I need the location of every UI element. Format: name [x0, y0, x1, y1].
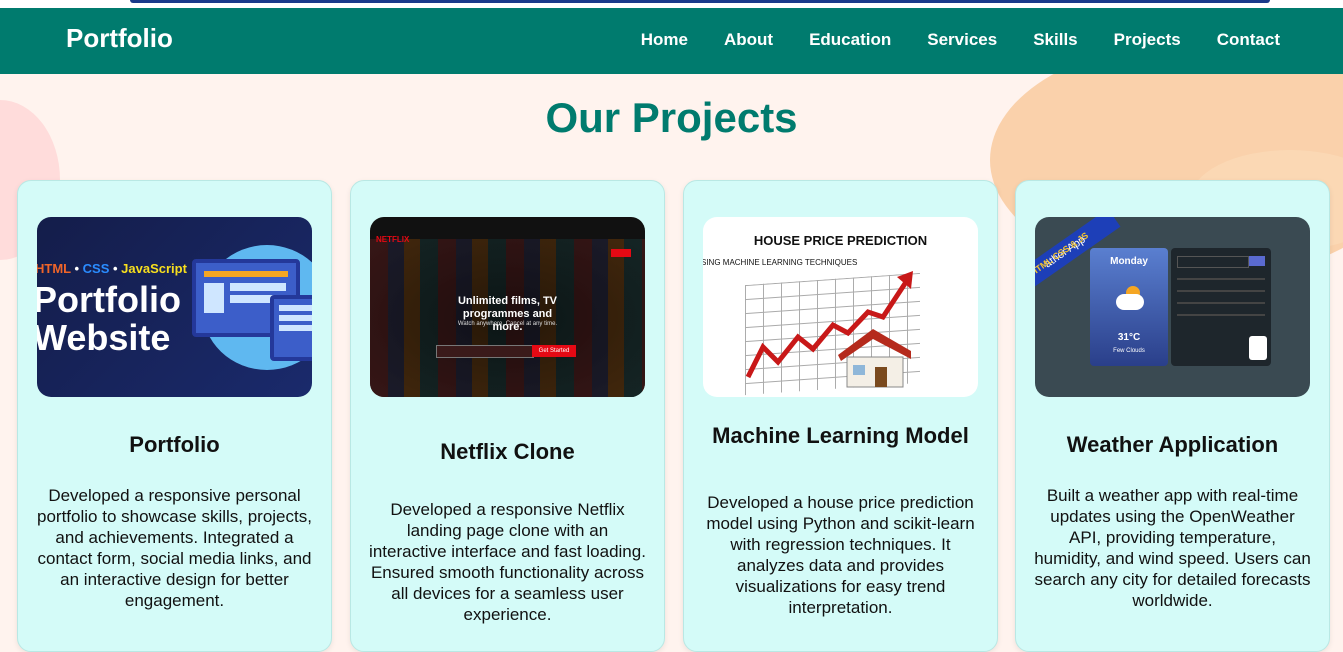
- project-thumbnail: ather App HTML CSS & JS Monday 31°C Few …: [1035, 217, 1310, 397]
- top-accent-bar: [130, 0, 1270, 3]
- thumbnail-subtext: SING MACHINE LEARNING TECHNIQUES: [703, 258, 858, 267]
- project-description: Developed a responsive personal portfoli…: [37, 486, 312, 610]
- project-title: Netflix Clone: [440, 439, 575, 464]
- project-card-ml[interactable]: HOUSE PRICE PREDICTION SING MACHINE LEAR…: [683, 180, 998, 652]
- brand-logo[interactable]: Portfolio: [66, 23, 173, 54]
- get-started-button: Get Started: [532, 345, 576, 357]
- nav-link-about[interactable]: About: [724, 30, 773, 50]
- nav-link-services[interactable]: Services: [927, 30, 997, 50]
- thumbnail-headline: Unlimited films, TV programmes and more.: [457, 295, 557, 333]
- nav-link-home[interactable]: Home: [641, 30, 688, 50]
- top-strip: [0, 0, 1343, 8]
- project-card-netflix[interactable]: NETFLIX Unlimited films, TV programmes a…: [350, 180, 665, 652]
- thumbnail-headline: HOUSE PRICE PREDICTION: [753, 233, 928, 248]
- project-description: Developed a responsive Netflix landing p…: [369, 500, 646, 624]
- project-title: Machine Learning Model: [712, 423, 969, 448]
- project-thumbnail: NETFLIX Unlimited films, TV programmes a…: [370, 217, 645, 397]
- sign-in-button: [611, 249, 631, 257]
- nav-link-projects[interactable]: Projects: [1114, 30, 1181, 50]
- project-card-weather[interactable]: ather App HTML CSS & JS Monday 31°C Few …: [1015, 180, 1330, 652]
- tablet-icon: [270, 295, 312, 361]
- project-title: Weather Application: [1066, 432, 1279, 457]
- weather-condition: Few Clouds: [1113, 348, 1145, 354]
- nav-link-skills[interactable]: Skills: [1033, 30, 1077, 50]
- email-field: [436, 345, 534, 358]
- netflix-logo: NETFLIX: [376, 235, 410, 244]
- weather-details-panel: [1171, 248, 1271, 366]
- weather-day: Monday: [1110, 256, 1148, 267]
- weather-temp: 31°C: [1117, 332, 1141, 343]
- section-title: Our Projects: [545, 94, 798, 141]
- project-description: Developed a house price prediction model…: [706, 493, 975, 617]
- thumbnail-subtext: Watch anywhere. Cancel at any time.: [457, 321, 558, 327]
- project-thumbnail: HOUSE PRICE PREDICTION SING MACHINE LEAR…: [703, 217, 978, 397]
- navbar: Portfolio Home About Education Services …: [0, 8, 1343, 74]
- thumbnail-headline: Portfolio Website: [37, 279, 181, 358]
- main-nav: Home About Education Services Skills Pro…: [605, 30, 1280, 50]
- cloud-icon: [1116, 294, 1144, 310]
- nav-link-contact[interactable]: Contact: [1217, 30, 1280, 50]
- project-title: Portfolio: [129, 432, 220, 457]
- nav-link-education[interactable]: Education: [809, 30, 891, 50]
- house-icon: [838, 329, 911, 388]
- project-thumbnail: HTML • CSS • JavaScript Portfolio Websit…: [37, 217, 312, 397]
- weather-panel: Monday 31°C Few Clouds: [1090, 248, 1168, 366]
- project-card-portfolio[interactable]: HTML • CSS • JavaScript Portfolio Websit…: [17, 180, 332, 652]
- tech-tags: HTML • CSS • JavaScript: [37, 261, 187, 276]
- project-description: Built a weather app with real-time updat…: [1034, 486, 1311, 610]
